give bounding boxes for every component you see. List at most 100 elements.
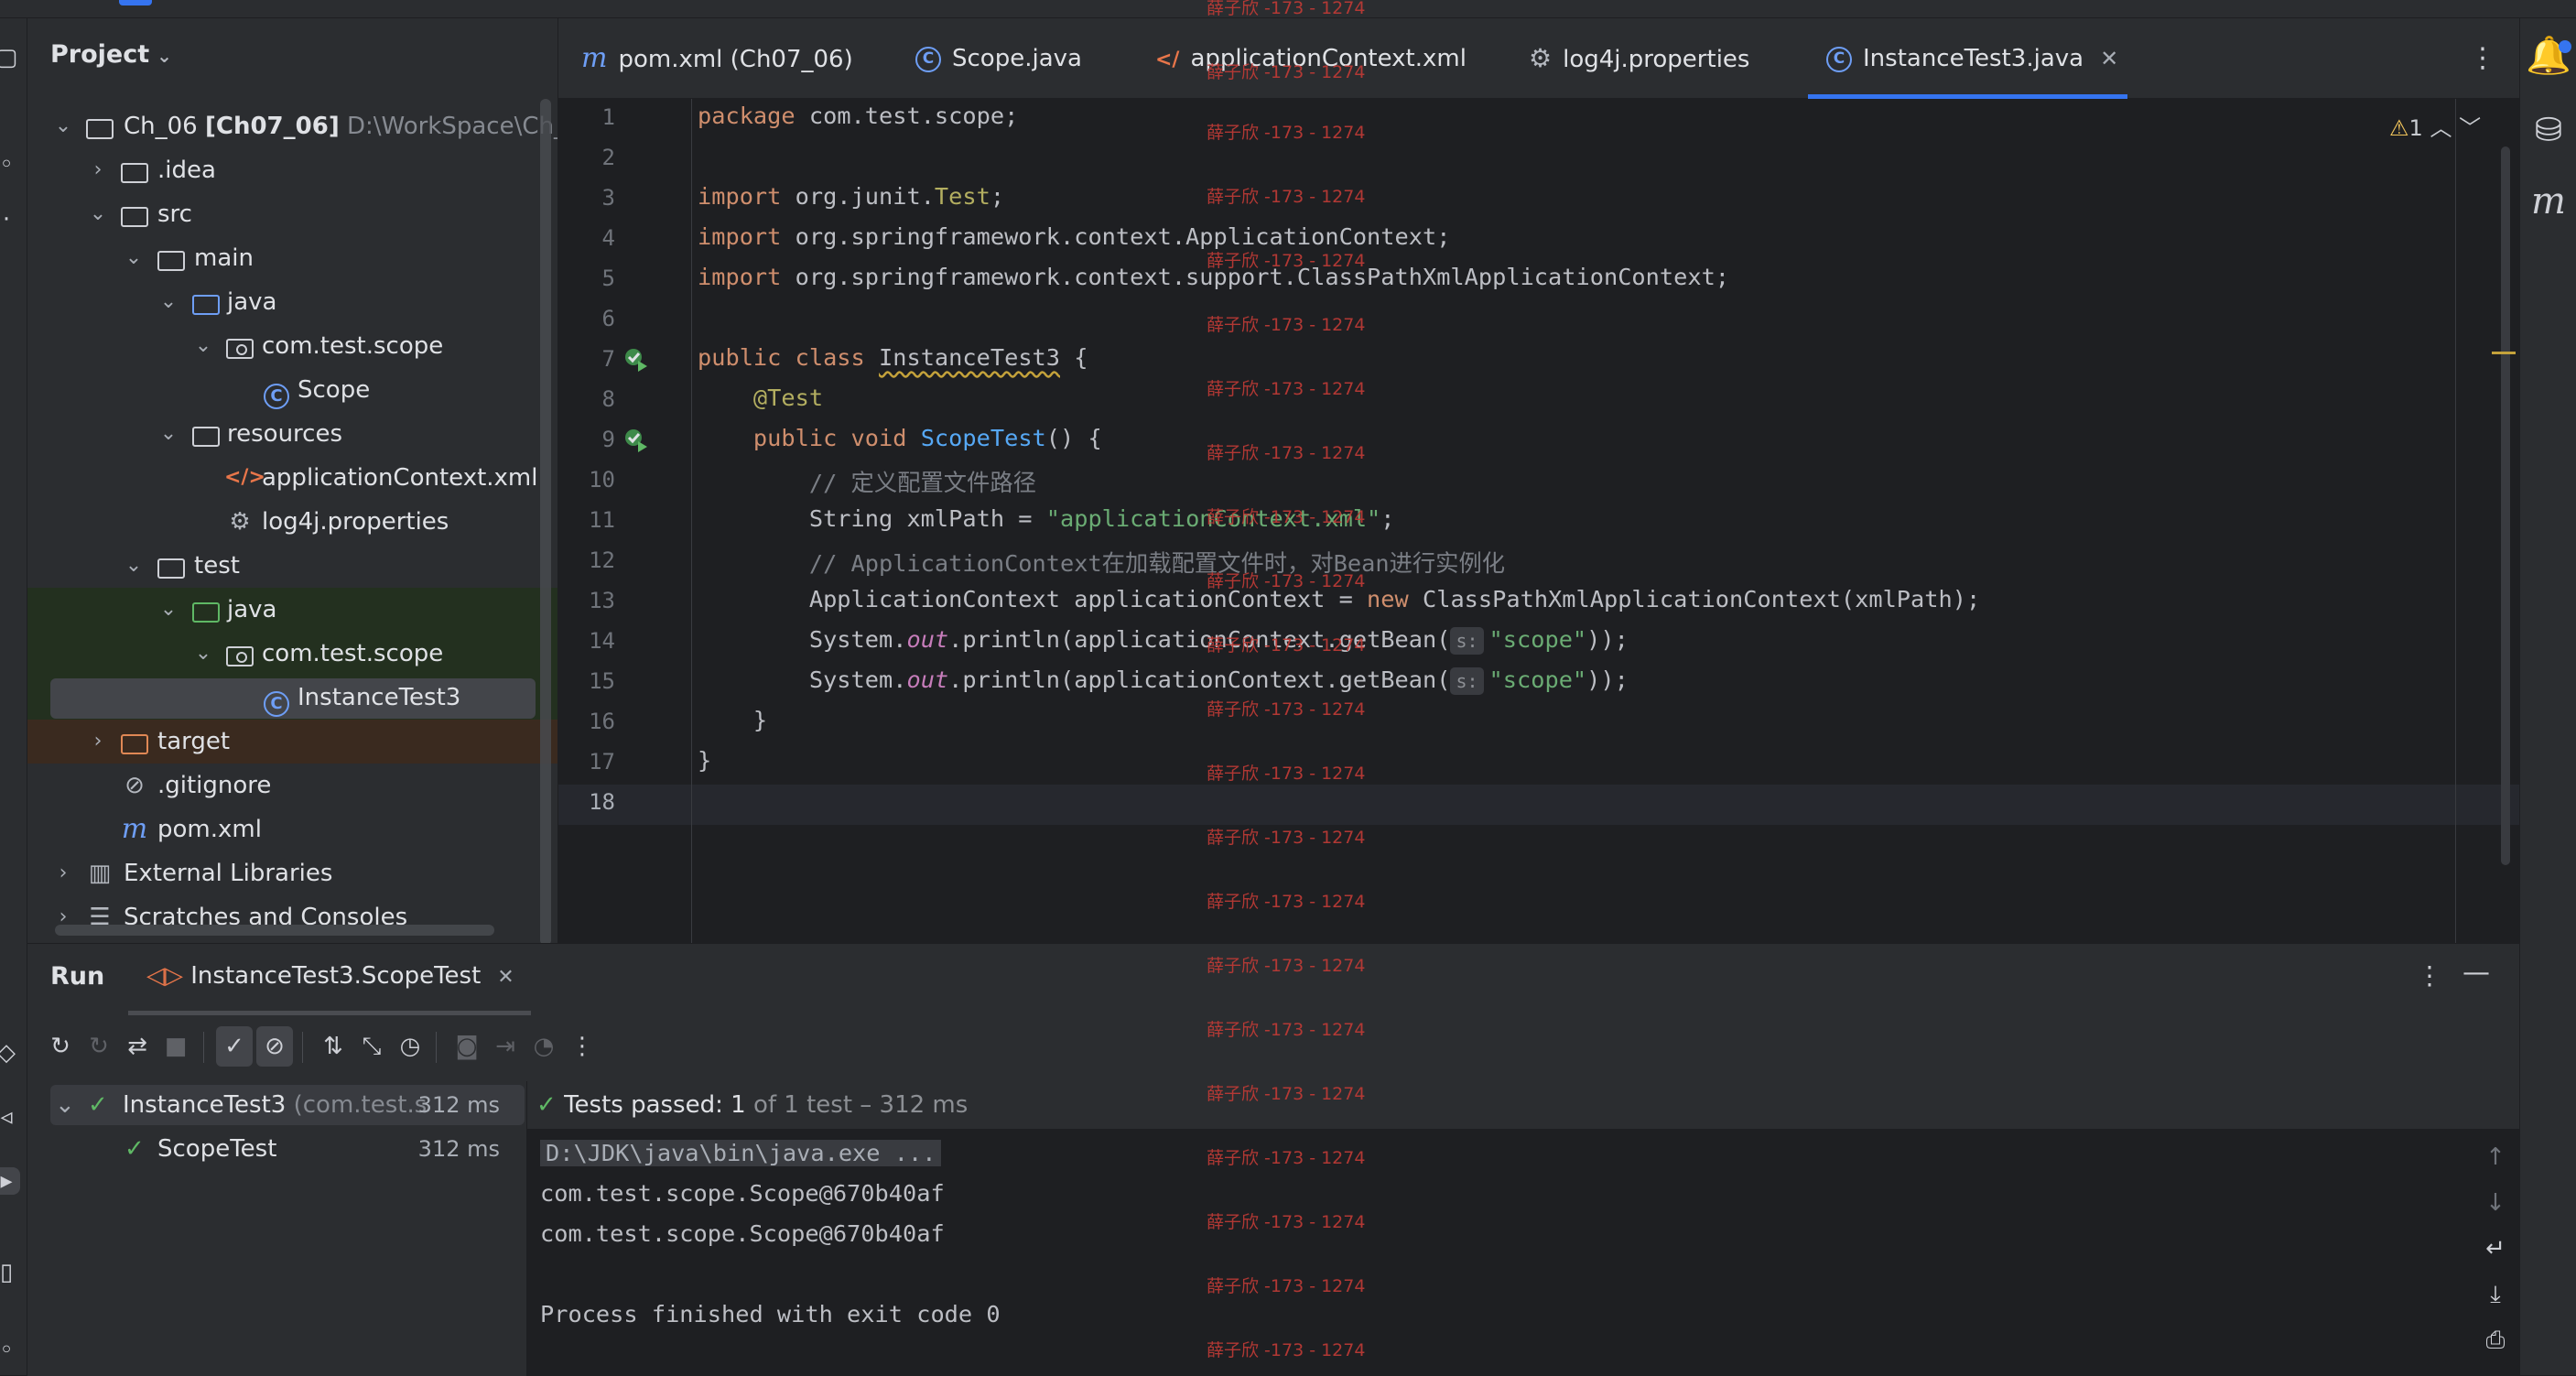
sort-icon[interactable]: ⇅: [315, 1026, 352, 1067]
collapsed-arrow-icon[interactable]: ›: [50, 851, 76, 895]
inspection-widget[interactable]: ⚠1 ︿ ﹀: [2389, 110, 2481, 142]
expand-arrow-icon[interactable]: ⌄: [156, 588, 181, 632]
tab-pom[interactable]: m pom.xml (Ch07_06): [581, 18, 853, 99]
tab-instancetest3[interactable]: C InstanceTest3.java ✕: [1807, 18, 2128, 99]
database-icon[interactable]: ⛁: [2520, 108, 2576, 154]
tree-item-src[interactable]: ⌄ src: [27, 192, 557, 236]
tree-item-package-test[interactable]: ⌄ com.test.scope: [27, 632, 557, 676]
code-token: }: [752, 707, 768, 733]
project-horizontal-scrollbar[interactable]: [55, 925, 494, 936]
commit-tool-icon[interactable]: ◦: [0, 151, 20, 179]
tree-item-gitignore[interactable]: ⊘ .gitignore: [27, 764, 557, 807]
scroll-down-icon[interactable]: ↓: [2477, 1189, 2514, 1217]
code-token: // 定义配置文件路径: [808, 470, 1036, 496]
expand-arrow-icon[interactable]: ⌄: [55, 1083, 75, 1127]
top-accent: [119, 0, 152, 5]
expand-arrow-icon[interactable]: ⌄: [121, 544, 146, 588]
tabs-more-icon[interactable]: ⋮: [2464, 18, 2501, 99]
close-icon[interactable]: ✕: [2100, 46, 2118, 71]
notifications-icon[interactable]: 🔔: [2520, 33, 2576, 79]
rerun-icon[interactable]: ↻: [42, 1026, 79, 1067]
tab-log4j[interactable]: ⚙ log4j.properties: [1529, 18, 1749, 99]
tree-item-resources[interactable]: ⌄ resources: [27, 412, 557, 456]
tree-item-appcontext[interactable]: </> applicationContext.xml: [27, 456, 557, 500]
camera-icon[interactable]: ◙: [449, 1026, 485, 1067]
code-token: class: [781, 344, 880, 371]
passed-check-icon: ✓: [536, 1091, 557, 1119]
scroll-to-end-icon[interactable]: ⤓: [2477, 1281, 2514, 1309]
tree-item-instancetest3[interactable]: C InstanceTest3: [27, 676, 557, 720]
tree-item-ch06[interactable]: ⌄ Ch_06 [Ch07_06] D:\WorkSpace\Ch_0: [27, 104, 558, 148]
tree-item-java-test[interactable]: ⌄ java: [27, 588, 557, 632]
expand-arrow-icon[interactable]: ⌄: [121, 236, 146, 280]
services-tool-icon[interactable]: ◇: [0, 1039, 20, 1067]
watermark-text: 薛子欣 -173 - 1274: [1207, 635, 1366, 655]
maven-icon[interactable]: m: [2520, 179, 2576, 224]
expand-arrow-icon[interactable]: ⌄: [190, 632, 216, 676]
editor-scrollbar[interactable]: [2501, 146, 2510, 865]
terminal-tool-icon[interactable]: ▯: [0, 1259, 20, 1286]
tab-scope-java[interactable]: C Scope.java: [915, 18, 1082, 99]
more-icon[interactable]: ⋮: [564, 1026, 601, 1067]
code-editor[interactable]: 1 2 3 4 5 6 7 8 9 10 11 12 13 14 15 16 1…: [558, 99, 2519, 943]
show-ignored-icon[interactable]: ⊘: [256, 1026, 293, 1067]
test-case-row[interactable]: ✓ ScopeTest 312 ms: [27, 1127, 527, 1171]
soft-wrap-icon[interactable]: ↵: [2477, 1235, 2514, 1262]
watermark-text: 薛子欣 -173 - 1274: [1207, 187, 1366, 207]
structure-tool-icon[interactable]: ·: [0, 206, 20, 233]
run-test-gutter-icon[interactable]: [622, 345, 650, 373]
folder-icon: [119, 148, 150, 192]
line-number: 4: [601, 225, 615, 251]
project-vertical-scrollbar[interactable]: [540, 99, 551, 943]
tree-item-package-main[interactable]: ⌄ com.test.scope: [27, 324, 557, 368]
history-icon[interactable]: ◷: [392, 1026, 428, 1067]
warning-stripe-marker[interactable]: [2492, 352, 2516, 354]
line-number: 6: [601, 306, 615, 331]
warning-icon: ⚠: [2389, 115, 2409, 141]
expand-arrow-icon[interactable]: ⌄: [190, 324, 216, 368]
collapse-all-icon[interactable]: ⤡: [353, 1026, 390, 1067]
project-panel-title[interactable]: Project ⌄: [50, 40, 172, 69]
tree-item-external-libraries[interactable]: › ▥ External Libraries: [27, 851, 557, 895]
test-duration: 312 ms: [417, 1092, 500, 1118]
collapsed-arrow-icon[interactable]: ›: [85, 148, 111, 192]
previous-highlight-icon[interactable]: ︿: [2430, 115, 2452, 141]
run-config-tab[interactable]: ◁▷ InstanceTest3.ScopeTest ✕: [146, 962, 514, 990]
module-path: D:\WorkSpace\Ch_0: [346, 113, 558, 140]
tree-item-target[interactable]: › target: [27, 720, 557, 764]
next-highlight-icon[interactable]: ﹀: [2459, 115, 2481, 141]
minimize-icon[interactable]: —: [2462, 957, 2490, 989]
show-passed-icon[interactable]: ✓: [216, 1026, 253, 1067]
tree-item-idea[interactable]: › .idea: [27, 148, 557, 192]
import-tests-icon[interactable]: ⇥: [487, 1026, 524, 1067]
close-icon[interactable]: ✕: [497, 966, 514, 989]
print-icon[interactable]: ⎙: [2477, 1327, 2514, 1355]
expand-arrow-icon[interactable]: ⌄: [156, 412, 181, 456]
toggle-auto-test-icon[interactable]: ⇄: [119, 1026, 156, 1067]
tree-item-log4j[interactable]: ⚙ log4j.properties: [27, 500, 557, 544]
problems-tool-icon[interactable]: ◦: [0, 1337, 20, 1364]
tree-item-java-main[interactable]: ⌄ java: [27, 280, 557, 324]
expand-arrow-icon[interactable]: ⌄: [156, 280, 181, 324]
project-panel: Project ⌄ ⌄ Ch_06 [Ch07_06] D:\WorkSpace\…: [27, 18, 558, 943]
run-test-gutter-icon[interactable]: [622, 426, 650, 453]
tree-item-scope[interactable]: C Scope: [27, 368, 557, 412]
more-options-icon[interactable]: ⋮: [2417, 960, 2442, 991]
test-suite-row[interactable]: ⌄ ✓ InstanceTest3 (com.test.s 312 ms: [27, 1083, 527, 1127]
console-output[interactable]: ✓ Tests passed: 1 of 1 test – 312 ms D:\…: [527, 1081, 2519, 1376]
tree-item-pom[interactable]: m pom.xml: [27, 807, 557, 851]
project-tool-icon[interactable]: ▢: [0, 44, 20, 71]
expand-arrow-icon[interactable]: ⌄: [50, 104, 76, 148]
stop-icon[interactable]: ■: [157, 1026, 194, 1067]
run-tool-icon[interactable]: ▸: [0, 1167, 20, 1195]
expand-arrow-icon[interactable]: ⌄: [85, 192, 111, 236]
tree-item-test[interactable]: ⌄ test: [27, 544, 557, 588]
collapsed-arrow-icon[interactable]: ›: [85, 720, 111, 764]
line-number: 18: [589, 789, 615, 815]
build-tool-icon[interactable]: ◃: [0, 1103, 20, 1131]
scroll-up-icon[interactable]: ↑: [2477, 1143, 2514, 1171]
tree-item-main[interactable]: ⌄ main: [27, 236, 557, 280]
console-command-line[interactable]: D:\JDK\java\bin\java.exe ...: [540, 1140, 942, 1166]
coverage-icon[interactable]: ◔: [525, 1026, 562, 1067]
rerun-failed-icon[interactable]: ↻: [81, 1026, 117, 1067]
